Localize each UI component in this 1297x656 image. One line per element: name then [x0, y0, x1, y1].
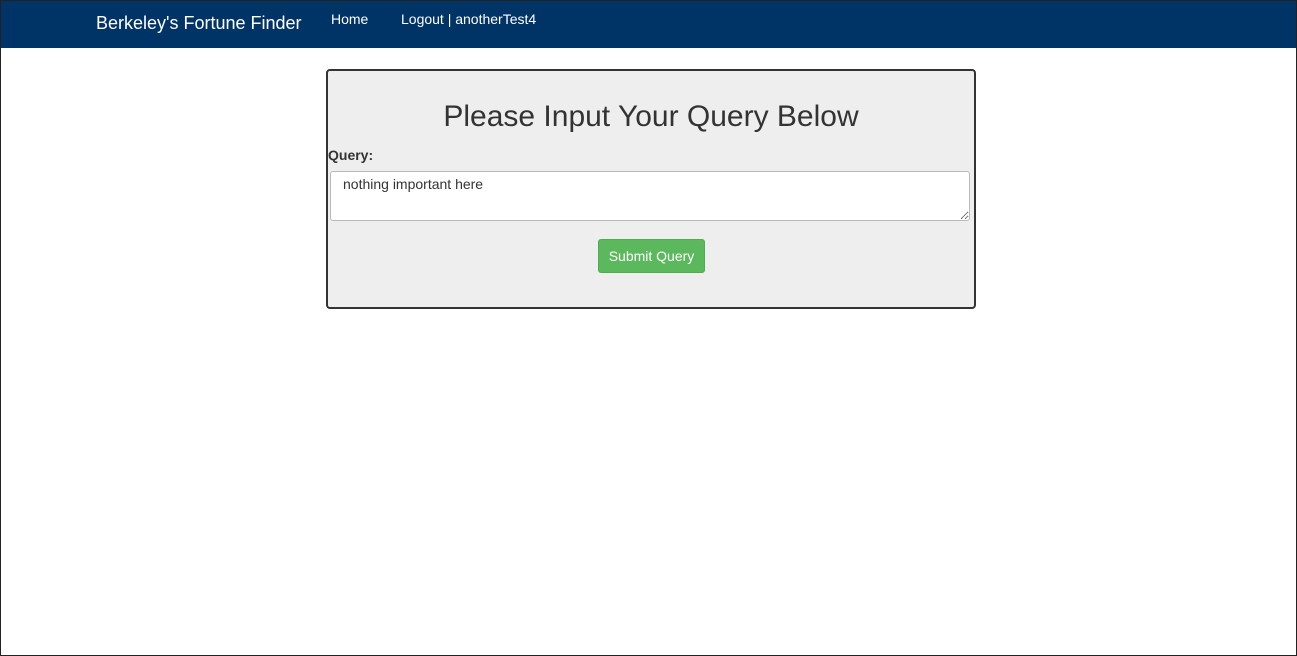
brand-link[interactable]: Berkeley's Fortune Finder	[96, 13, 302, 34]
page-title: Please Input Your Query Below	[443, 100, 859, 133]
query-textarea[interactable]	[330, 171, 970, 221]
query-label: Query:	[328, 147, 374, 163]
top-navbar: Berkeley's Fortune Finder Home Logout | …	[1, 1, 1296, 48]
nav-logout-link[interactable]: Logout | anotherTest4	[401, 11, 536, 27]
browser-viewport: Berkeley's Fortune Finder Home Logout | …	[0, 0, 1297, 656]
submit-query-button[interactable]: Submit Query	[598, 239, 705, 273]
nav-home-link[interactable]: Home	[331, 11, 368, 27]
query-form-panel: Please Input Your Query Below Query: Sub…	[326, 69, 976, 309]
